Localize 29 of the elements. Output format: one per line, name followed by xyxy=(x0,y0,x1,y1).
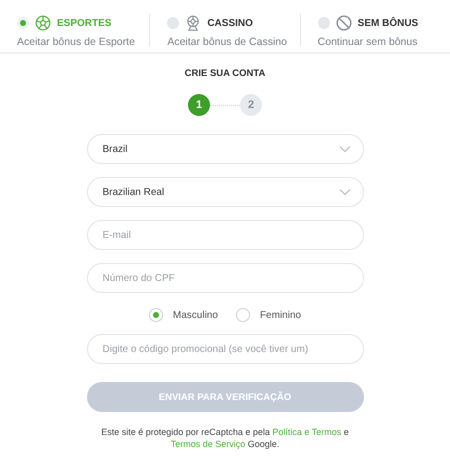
chevron-down-icon xyxy=(338,188,350,196)
prohibited-icon xyxy=(336,15,352,31)
radio-button[interactable] xyxy=(236,308,250,322)
ball-icon xyxy=(35,15,51,31)
radio-dot[interactable] xyxy=(318,17,330,29)
dropdown-field[interactable]: Brazilian Real xyxy=(86,177,364,207)
bonus-option[interactable]: SEM BÔNUS Continuar sem bônus xyxy=(300,14,450,46)
recaptcha-notice: Este site é protegido por reCaptcha e pela Política e Termos e Termos de Serviço Google. xyxy=(100,426,350,450)
step-indicator: 2 xyxy=(240,94,262,116)
chevron-down-icon xyxy=(338,145,350,153)
bonus-title: ESPORTES xyxy=(57,18,112,28)
bonus-option[interactable]: ESPORTES Aceitar bônus de Esporte xyxy=(0,14,150,46)
radio-button[interactable] xyxy=(148,308,163,322)
bonus-subtitle: Continuar sem bônus xyxy=(318,36,418,48)
step-indicator: 1 xyxy=(188,94,210,116)
bonus-subtitle: Aceitar bônus de Esporte xyxy=(17,36,136,48)
dropdown-field[interactable]: Brazil xyxy=(86,134,364,164)
bonus-title: SEM BÔNUS xyxy=(358,18,418,28)
bonus-subtitle: Aceitar bônus de Cassino xyxy=(167,36,288,48)
radio-label: Masculino xyxy=(172,310,218,320)
radio-dot[interactable] xyxy=(167,17,180,29)
radio-dot[interactable] xyxy=(17,17,29,29)
radio-label: Feminino xyxy=(260,310,302,320)
bonus-option[interactable]: CASSINO Aceitar bônus de Cassino xyxy=(150,14,301,46)
input-field[interactable]: Número do CPF xyxy=(86,263,364,293)
form-title: CRIE SUA CONTA xyxy=(184,68,266,79)
bonus-title: CASSINO xyxy=(207,18,253,28)
input-field[interactable]: E-mail xyxy=(86,220,364,250)
promo-code-field[interactable]: Digite o código promocional (se você tiver um) xyxy=(86,334,364,364)
